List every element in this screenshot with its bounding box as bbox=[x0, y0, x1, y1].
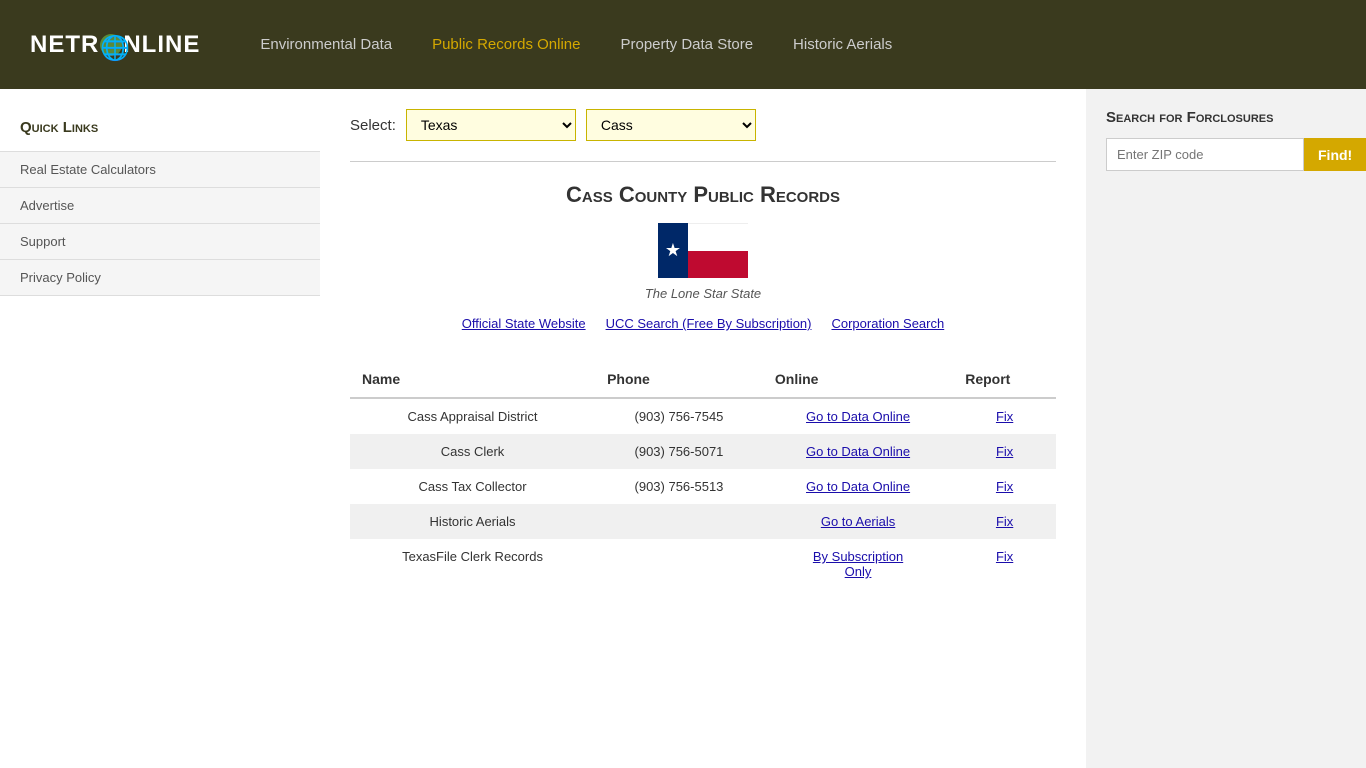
cell-name: TexasFile Clerk Records bbox=[350, 539, 595, 589]
cell-online-link[interactable]: Go to Data Online bbox=[806, 444, 910, 459]
table-row: Cass Clerk(903) 756-5071 Go to Data Onlin… bbox=[350, 434, 1056, 469]
cell-report: Fix bbox=[953, 539, 1056, 589]
main-content: Select: Texas Cass Cass County Public Re… bbox=[320, 89, 1086, 768]
cell-name: Cass Clerk bbox=[350, 434, 595, 469]
table-row: Cass Tax Collector(903) 756-5513 Go to Da… bbox=[350, 469, 1056, 504]
globe-icon: 🌐 bbox=[100, 34, 122, 56]
cell-report-link[interactable]: Fix bbox=[996, 444, 1013, 459]
selector-row: Select: Texas Cass bbox=[350, 109, 1056, 141]
cell-phone bbox=[595, 504, 763, 539]
cell-online: By SubscriptionOnly bbox=[763, 539, 953, 589]
nav-link-property-data-store[interactable]: Property Data Store bbox=[620, 36, 753, 53]
logo[interactable]: NETR🌐NLINE bbox=[30, 31, 200, 59]
cell-report: Fix bbox=[953, 469, 1056, 504]
col-header-phone: Phone bbox=[595, 361, 763, 398]
cell-report-link[interactable]: Fix bbox=[996, 479, 1013, 494]
county-links-row: Official State Website UCC Search (Free B… bbox=[350, 316, 1056, 331]
cell-phone bbox=[595, 539, 763, 589]
col-header-report: Report bbox=[953, 361, 1056, 398]
county-title: Cass County Public Records bbox=[350, 182, 1056, 208]
flag-white-stripe bbox=[688, 223, 748, 251]
cell-phone: (903) 756-5513 bbox=[595, 469, 763, 504]
flag-blue: ★ bbox=[658, 223, 688, 278]
zip-input[interactable] bbox=[1106, 138, 1304, 171]
nav-link-public-records-online[interactable]: Public Records Online bbox=[432, 36, 580, 53]
county-link-corporation-search[interactable]: Corporation Search bbox=[831, 316, 944, 331]
county-section: Cass County Public Records ★ The Lone St… bbox=[350, 161, 1056, 589]
left-sidebar: Quick Links Real Estate CalculatorsAdver… bbox=[0, 89, 320, 768]
main-nav: Environmental Data Public Records Online P… bbox=[260, 36, 892, 53]
cell-online: Go to Data Online bbox=[763, 398, 953, 434]
sidebar-item-real-estate-calculators[interactable]: Real Estate Calculators bbox=[0, 151, 320, 187]
state-select[interactable]: Texas bbox=[406, 109, 576, 141]
table-row: Cass Appraisal District(903) 756-7545 Go … bbox=[350, 398, 1056, 434]
cell-name: Historic Aerials bbox=[350, 504, 595, 539]
cell-online: Go to Data Online bbox=[763, 434, 953, 469]
texas-flag: ★ bbox=[658, 223, 748, 278]
header: NETR🌐NLINE Environmental Data Public Reco… bbox=[0, 0, 1366, 89]
nav-link-historic-aerials[interactable]: Historic Aerials bbox=[793, 36, 892, 53]
county-link-official-state-website[interactable]: Official State Website bbox=[462, 316, 586, 331]
sidebar-title: Quick Links bbox=[0, 109, 320, 151]
table-row: Historic Aerials Go to Aerials Fix bbox=[350, 504, 1056, 539]
sidebar-item-advertise[interactable]: Advertise bbox=[0, 187, 320, 223]
county-select[interactable]: Cass bbox=[586, 109, 756, 141]
cell-name: Cass Appraisal District bbox=[350, 398, 595, 434]
table-header-row: NamePhoneOnlineReport bbox=[350, 361, 1056, 398]
records-table: NamePhoneOnlineReport Cass Appraisal Dis… bbox=[350, 361, 1056, 589]
select-label: Select: bbox=[350, 117, 396, 134]
table-head: NamePhoneOnlineReport bbox=[350, 361, 1056, 398]
cell-report-link[interactable]: Fix bbox=[996, 514, 1013, 529]
flag-star-icon: ★ bbox=[665, 240, 681, 261]
col-header-name: Name bbox=[350, 361, 595, 398]
cell-online: Go to Data Online bbox=[763, 469, 953, 504]
table-row: TexasFile Clerk Records By SubscriptionOn… bbox=[350, 539, 1056, 589]
foreclosure-form: Find! bbox=[1106, 138, 1346, 171]
cell-phone: (903) 756-7545 bbox=[595, 398, 763, 434]
page-wrapper: Quick Links Real Estate CalculatorsAdver… bbox=[0, 89, 1366, 768]
county-link-ucc-search-(free-by-subscription)[interactable]: UCC Search (Free By Subscription) bbox=[606, 316, 812, 331]
state-caption: The Lone Star State bbox=[350, 286, 1056, 301]
flag-stripes bbox=[688, 223, 748, 278]
cell-online-link[interactable]: By SubscriptionOnly bbox=[813, 549, 903, 579]
foreclosure-title: Search for Forclosures bbox=[1106, 109, 1346, 126]
cell-report: Fix bbox=[953, 504, 1056, 539]
cell-online-link[interactable]: Go to Data Online bbox=[806, 479, 910, 494]
nav-link-environmental-data[interactable]: Environmental Data bbox=[260, 36, 392, 53]
flag-red-stripe bbox=[688, 251, 748, 278]
cell-report-link[interactable]: Fix bbox=[996, 549, 1013, 564]
cell-name: Cass Tax Collector bbox=[350, 469, 595, 504]
cell-report: Fix bbox=[953, 398, 1056, 434]
cell-phone: (903) 756-5071 bbox=[595, 434, 763, 469]
find-button[interactable]: Find! bbox=[1304, 138, 1366, 171]
cell-report: Fix bbox=[953, 434, 1056, 469]
sidebar-item-support[interactable]: Support bbox=[0, 223, 320, 259]
table-body: Cass Appraisal District(903) 756-7545 Go … bbox=[350, 398, 1056, 589]
cell-report-link[interactable]: Fix bbox=[996, 409, 1013, 424]
right-sidebar: Search for Forclosures Find! bbox=[1086, 89, 1366, 768]
cell-online: Go to Aerials bbox=[763, 504, 953, 539]
col-header-online: Online bbox=[763, 361, 953, 398]
cell-online-link[interactable]: Go to Data Online bbox=[806, 409, 910, 424]
sidebar-item-privacy-policy[interactable]: Privacy Policy bbox=[0, 259, 320, 296]
cell-online-link[interactable]: Go to Aerials bbox=[821, 514, 895, 529]
